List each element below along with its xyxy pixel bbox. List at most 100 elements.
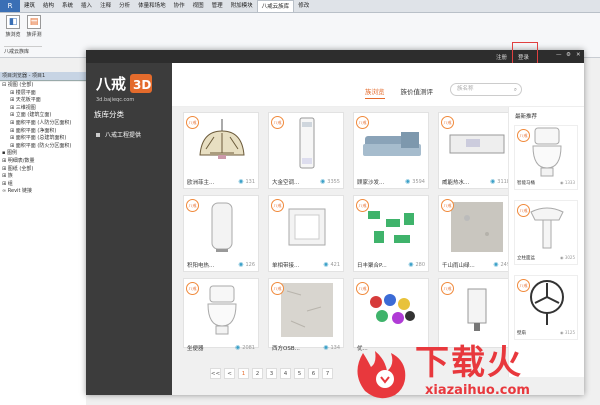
ribbon-tab[interactable]: 分析 (115, 0, 134, 12)
family-name: 顾家沙发... (357, 180, 385, 186)
family-card[interactable]: 八戒 威能热水... ◉ 3118 (438, 112, 514, 189)
pagination: << <1 2 3 4 5 6 7 (210, 368, 333, 379)
ribbon-tab[interactable]: 结构 (39, 0, 58, 12)
tree-node[interactable]: ⊞ 天花板平面 (0, 97, 86, 105)
tree-node[interactable]: ⊞ 明细表/数量 (0, 158, 86, 166)
family-card[interactable]: 八戒 积阳电热... ◉ 126 (183, 195, 259, 272)
ribbon-tab[interactable]: 协作 (170, 0, 189, 12)
family-card[interactable]: 八戒单相带接... ◉ 421 (268, 195, 344, 272)
family-name: 千山雨山绿... (442, 263, 475, 269)
bajie-badge-icon: 八戒 (186, 116, 199, 129)
ribbon-tab[interactable]: 建筑 (20, 0, 39, 12)
sidebar-item-bajie[interactable]: 八戒工程提供 (96, 130, 141, 139)
family-name: 日丰聚合P... (357, 263, 387, 269)
bajie-badge-icon: 八戒 (271, 199, 284, 212)
bajie-logo: 八戒 3D 3d.bajieqc.com (92, 65, 172, 105)
pager-button[interactable]: 5 (294, 368, 305, 379)
close-icon[interactable]: ✕ (576, 52, 581, 58)
ribbon-tab[interactable]: 插入 (77, 0, 96, 12)
bajie-badge-icon: 八戒 (441, 282, 454, 295)
browse-icon: ◧ (6, 15, 20, 29)
watermark-url: xiazaihuo.com (425, 383, 530, 398)
bullet-icon (96, 132, 100, 137)
bajie-badge-icon: 八戒 (271, 116, 284, 129)
bajie-badge-icon: 八戒 (356, 199, 369, 212)
ribbon-tab[interactable]: 体量和场地 (134, 0, 170, 12)
project-browser-tree[interactable]: ⊟ 视图 (全部) ⊞ 楼层平面 ⊞ 天花板平面 ⊞ 三维视图 ⊞ 立面 (建筑立面) ⊞… (0, 82, 86, 405)
ribbon-tab-bar: R 建筑 结构 系统 插入 注释 分析 体量和场地 协作 视图 管理 附加模块 八戒云族库 修改 (0, 0, 600, 13)
pager-button[interactable]: < (224, 368, 235, 379)
bajie-badge-icon: 八戒 (356, 282, 369, 295)
recommend-card[interactable]: 八戒 智能马桶 ◉ 1333 (514, 125, 578, 190)
family-browse-button[interactable]: ◧ 族浏览 (3, 15, 23, 38)
family-card[interactable]: 八戒大金空调... ◉ 3355 (268, 112, 344, 189)
view-count: ◉ 280 (408, 261, 425, 268)
tree-node[interactable]: ∞ Revit 链接 (0, 188, 86, 196)
application-menu-button[interactable]: R (0, 0, 20, 12)
view-count: ◉ 3355 (320, 178, 340, 185)
view-count: ◉ 131 (238, 178, 255, 185)
eye-icon: ◉ (490, 178, 496, 185)
family-card[interactable]: 八戒 千山雨山绿... ◉ 249 (438, 195, 514, 272)
minimize-icon[interactable]: — (556, 52, 562, 58)
project-browser-title: 项目浏览器 - 项目1 (0, 72, 86, 81)
search-input[interactable]: 族名称 ⌕ (450, 83, 522, 96)
family-name: 西方OSB... (272, 346, 300, 352)
ribbon-tab[interactable]: 注释 (96, 0, 115, 12)
ribbon-tab[interactable]: 附加模块 (227, 0, 257, 12)
tree-node[interactable]: ⊞ 面积平面 (人防分区面积) (0, 120, 86, 128)
search-icon: ⌕ (513, 87, 517, 93)
view-count: ◉ 421 (323, 261, 340, 268)
settings-icon[interactable]: ⚙ (566, 52, 571, 58)
family-card[interactable]: 八戒 顾家沙发... ◉ 3594 (353, 112, 429, 189)
family-name: 坐便器 (187, 346, 204, 352)
view-count: ◉ 3118 (490, 178, 510, 185)
pager-button[interactable]: 1 (238, 368, 249, 379)
view-count: ◉ 126 (238, 261, 255, 268)
family-card[interactable]: 八戒日丰聚合P... ◉ 280 (353, 195, 429, 272)
family-card[interactable]: 八戒 坐便器 ◉ 2081 (183, 278, 259, 352)
tab-family-evaluation[interactable]: 族价值测评 (401, 86, 434, 99)
register-link[interactable]: 注册 (496, 53, 507, 61)
pager-button[interactable]: 4 (280, 368, 291, 379)
bajie-badge-icon: 八戒 (441, 199, 454, 212)
pager-button[interactable]: 3 (266, 368, 277, 379)
tree-node[interactable]: ⊞ 立面 (建筑立面) (0, 112, 86, 120)
family-name: 单相带接... (272, 263, 300, 269)
recommend-card[interactable]: 八戒 立柱面盆 ◉ 3025 (514, 200, 578, 265)
tree-node[interactable]: ⊟ 视图 (全部) (0, 82, 86, 90)
pager-button[interactable]: 6 (308, 368, 319, 379)
family-name: 大金空调... (272, 180, 300, 186)
view-count: ◉ 3025 (560, 255, 575, 260)
eye-icon: ◉ (320, 178, 326, 185)
ribbon-tab[interactable]: 八戒云族库 (256, 0, 295, 12)
window-titlebar: 注册 登录 — ⚙ ✕ (86, 42, 584, 66)
family-name: 威能热水... (442, 180, 470, 186)
tab-family-browse[interactable]: 族浏览 (365, 86, 385, 99)
family-evaluate-button[interactable]: ▤ 族评测 (24, 15, 44, 38)
logo-text: 八戒 (95, 75, 126, 93)
ribbon-tab[interactable]: 管理 (208, 0, 227, 12)
ribbon-tab[interactable]: 系统 (58, 0, 77, 12)
recommend-title: 最新推荐 (515, 114, 538, 120)
xiazaihuo-watermark: 下载火 xiazaihuo.com (345, 323, 600, 405)
pager-button[interactable]: << (210, 368, 221, 379)
pager-button[interactable]: 7 (322, 368, 333, 379)
tree-node[interactable]: ⊞ 面积平面 (总建筑面积) (0, 135, 86, 143)
tree-node[interactable]: ⊞ 族 (0, 173, 86, 181)
panel-label: 八戒云族库 (4, 46, 42, 55)
watermark-text: 下载火 (415, 343, 523, 383)
family-card[interactable]: 八戒 西方OSB... ◉ 134 (268, 278, 344, 352)
bajie-badge-icon: 八戒 (186, 199, 199, 212)
ribbon-tab[interactable]: 修改 (294, 0, 313, 12)
bajie-badge-icon: 八戒 (517, 279, 530, 292)
sidebar-heading: 族库分类 (94, 110, 124, 119)
bajie-badge-icon: 八戒 (356, 116, 369, 129)
ribbon-tab[interactable]: 视图 (189, 0, 208, 12)
family-card[interactable]: 八戒欧洲菲主... ◉ 131 (183, 112, 259, 189)
tree-node[interactable]: ⊞ 图纸 (全部) (0, 166, 86, 174)
family-name: 欧洲菲主... (187, 180, 215, 186)
tree-node[interactable]: ▪ 图例 (0, 150, 86, 158)
bajie-badge-icon: 八戒 (186, 282, 199, 295)
pager-button[interactable]: 2 (252, 368, 263, 379)
